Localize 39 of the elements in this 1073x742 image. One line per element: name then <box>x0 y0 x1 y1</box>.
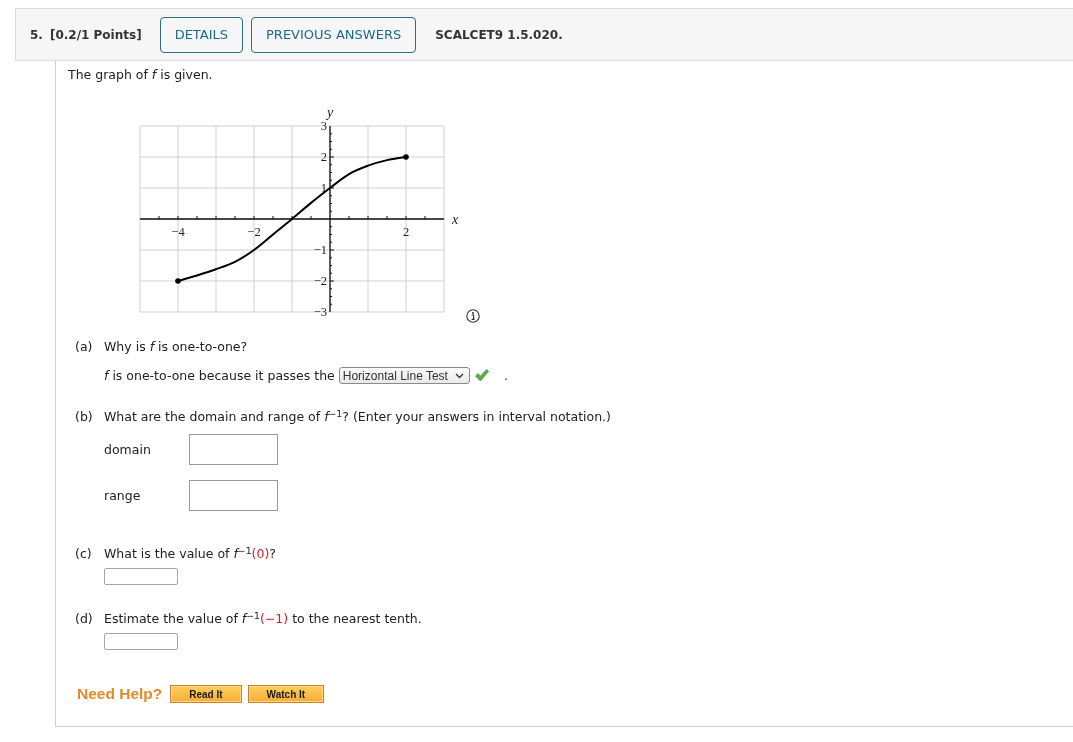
question-text: Why is f is one-to-one? <box>104 339 248 355</box>
question-code: SCALCET9 1.5.020. <box>435 27 563 42</box>
answer-sentence: f is one-to-one because it passes the <box>104 368 335 383</box>
question-text: Estimate the value of f$^{−1}$(−1) to the nearest tenth. <box>104 611 422 627</box>
field-label: range <box>104 488 142 503</box>
y-axis-title: y <box>326 105 334 120</box>
answer-field[interactable] <box>104 568 178 585</box>
y-tick-label: −2 <box>313 274 327 288</box>
question-number: 5. <box>30 27 43 42</box>
sentence-period: . <box>503 368 508 383</box>
x-tick-label: −4 <box>171 225 185 239</box>
chevron-down-icon <box>454 372 464 379</box>
y-tick-label: 2 <box>320 150 327 164</box>
answer-field[interactable] <box>189 434 278 465</box>
intro-text: The graph of f is given. <box>68 67 214 83</box>
y-tick-label: 3 <box>320 119 327 133</box>
header-button[interactable]: DETAILS <box>159 16 244 53</box>
x-axis-title: x <box>452 212 459 227</box>
help-button[interactable]: Read It <box>170 685 242 703</box>
part-label: (b) <box>75 409 94 425</box>
x-tick-label: −2 <box>247 225 261 239</box>
part-label: (a) <box>75 339 94 355</box>
points-label: [0.2/1 Points] <box>49 27 142 42</box>
answer-field[interactable] <box>189 480 278 511</box>
y-tick-label: 1 <box>320 181 327 195</box>
help-button[interactable]: Watch It <box>247 685 325 703</box>
field-label: domain <box>104 442 152 457</box>
question-text: What are the domain and range of f$^{−1}$? (Enter your answers in interval notation.) <box>104 409 611 425</box>
answer-dropdown[interactable]: Horizontal Line Test <box>338 367 470 384</box>
info-icon[interactable] <box>466 309 480 323</box>
part-label: (d) <box>75 611 94 627</box>
x-tick-label: 2 <box>402 225 410 239</box>
question-text: What is the value of f$^{−1}$(0)? <box>104 546 276 562</box>
part-label: (c) <box>75 546 93 562</box>
y-tick-label: −1 <box>313 243 327 257</box>
header-button[interactable]: PREVIOUS ANSWERS <box>251 16 417 53</box>
y-tick-label: −3 <box>313 305 327 319</box>
help-label: Need Help? <box>77 685 163 703</box>
answer-field[interactable] <box>104 633 178 650</box>
